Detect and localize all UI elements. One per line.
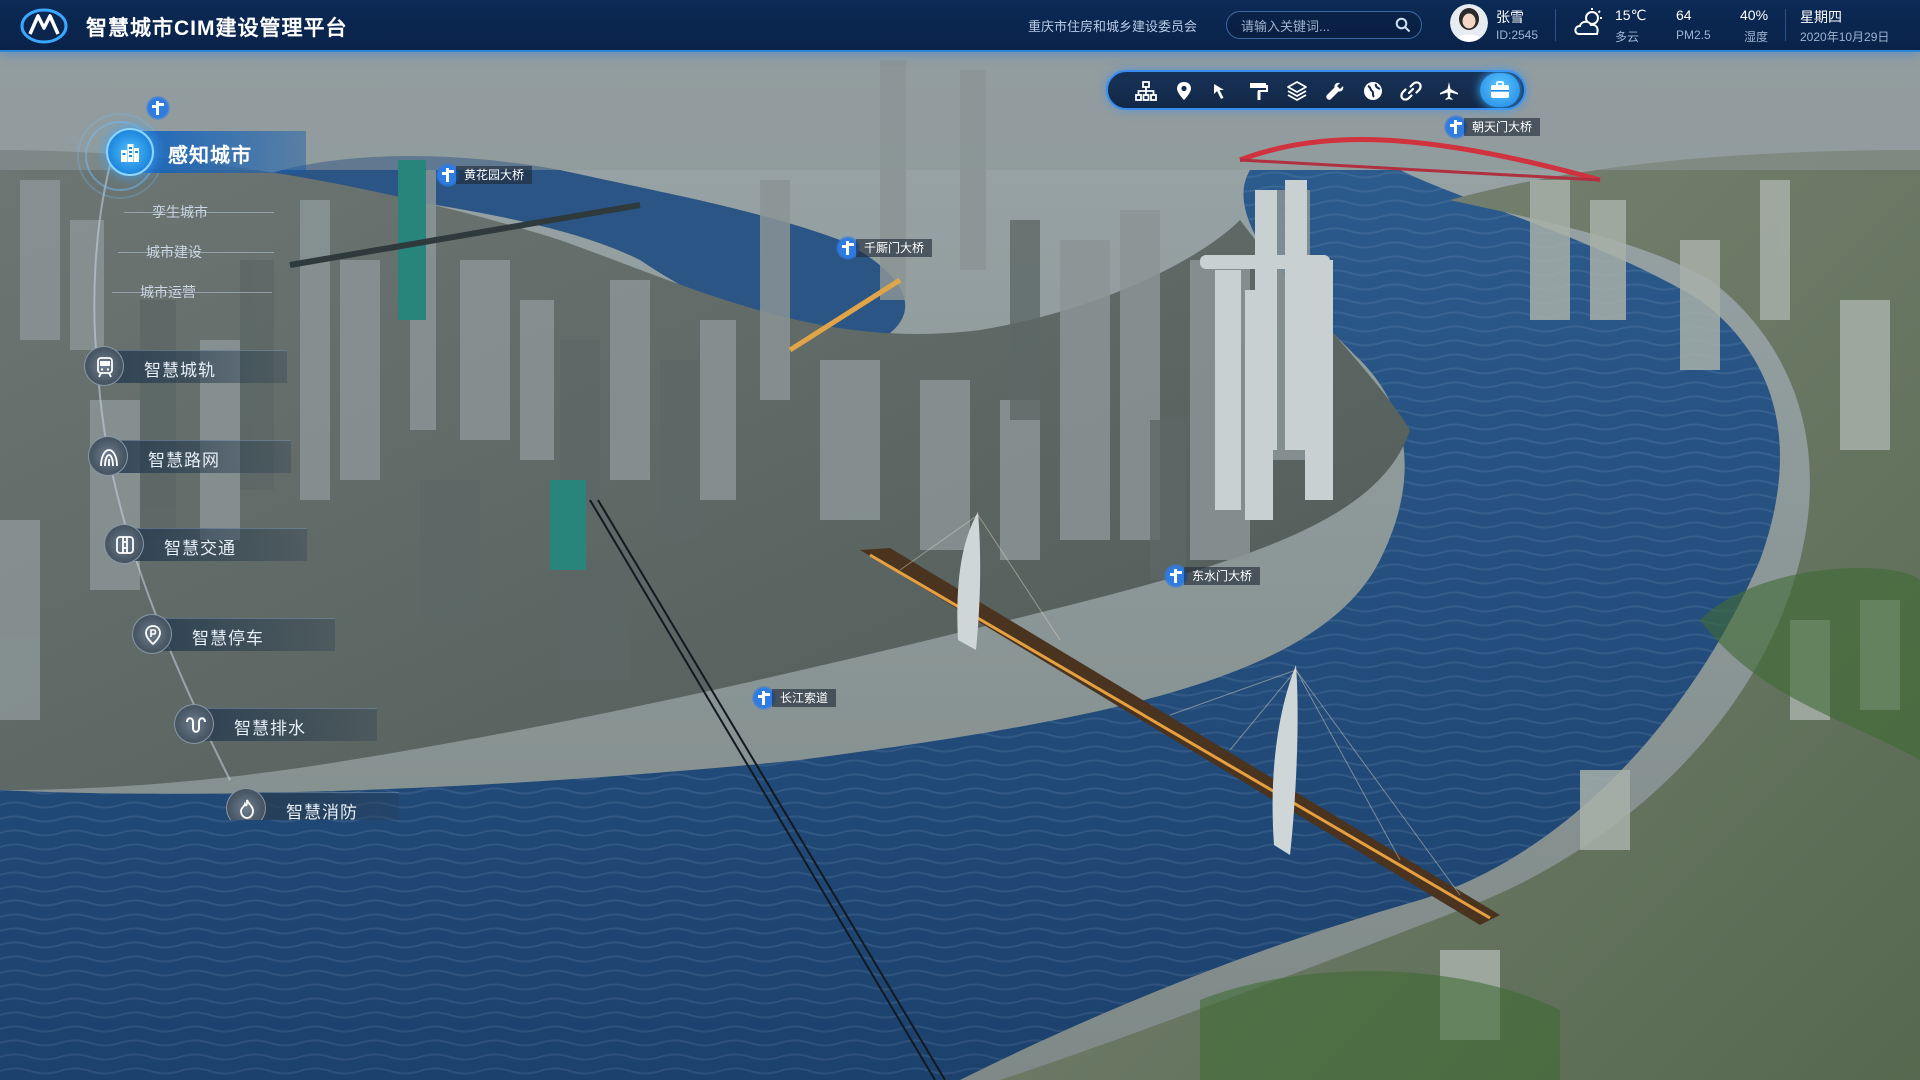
paint-roller-icon[interactable] bbox=[1248, 80, 1270, 102]
temperature-value: 15℃ bbox=[1615, 7, 1647, 23]
menu-primary-sensing-city[interactable]: 感知城市 bbox=[106, 128, 306, 176]
menu-item-circle bbox=[104, 524, 144, 564]
menu-item-smart-drainage[interactable]: 智慧排水 bbox=[174, 704, 384, 744]
organization-name: 重庆市住房和城乡建设委员会 bbox=[1028, 19, 1198, 34]
map-toolbar bbox=[1106, 70, 1526, 110]
menu-item-label: 智慧交通 bbox=[164, 539, 236, 558]
search-box[interactable] bbox=[1226, 11, 1422, 39]
pointer-arrow-icon[interactable] bbox=[1210, 80, 1232, 102]
map-label-text: 东水门大桥 bbox=[1184, 567, 1261, 585]
search-icon[interactable] bbox=[1395, 17, 1411, 33]
metro-train-icon bbox=[97, 357, 113, 378]
menu-item-smart-parking[interactable]: 智慧停车 bbox=[132, 614, 342, 654]
link-icon[interactable] bbox=[1400, 80, 1422, 102]
menu-item-circle bbox=[174, 704, 214, 744]
menu-item-circle bbox=[132, 614, 172, 654]
search-input[interactable] bbox=[1239, 15, 1393, 37]
weather-desc: 多云 bbox=[1615, 30, 1640, 44]
cloudy-weather-icon bbox=[1574, 8, 1602, 35]
menu-item-label: 智慧路网 bbox=[148, 451, 220, 470]
menu-item-circle bbox=[88, 436, 128, 476]
map-label-text: 长江索道 bbox=[772, 689, 837, 707]
left-arc-menu: 感知城市 孪生城市 城市建设 城市运营 智慧城轨 智慧路网 智慧交通 智慧停车 bbox=[0, 60, 420, 820]
globe-icon[interactable] bbox=[1362, 80, 1384, 102]
location-pin-icon[interactable] bbox=[1173, 80, 1195, 102]
traffic-light-icon bbox=[116, 536, 134, 554]
pm25-value: 64 bbox=[1676, 7, 1692, 23]
menu-item-label: 智慧城轨 bbox=[144, 361, 216, 380]
menu-item-label: 智慧停车 bbox=[192, 629, 264, 648]
user-id: ID:2545 bbox=[1496, 28, 1539, 42]
app-title: 智慧城市CIM建设管理平台 bbox=[86, 17, 348, 40]
menu-item-smart-road[interactable]: 智慧路网 bbox=[88, 436, 298, 476]
menu-primary-label: 感知城市 bbox=[168, 145, 252, 167]
briefcase-button[interactable] bbox=[1480, 73, 1520, 107]
date: 2020年10月29日 bbox=[1800, 30, 1890, 44]
aircraft-icon[interactable] bbox=[1438, 80, 1460, 102]
user-avatar[interactable] bbox=[1450, 4, 1488, 42]
top-header-bar: 智慧城市CIM建设管理平台 重庆市住房和城乡建设委员会 张雪 ID:2545 1… bbox=[0, 0, 1920, 52]
fire-control-icon bbox=[240, 799, 254, 819]
layers-icon[interactable] bbox=[1286, 80, 1308, 102]
pm25-label: PM2.5 bbox=[1676, 28, 1711, 42]
drainage-icon bbox=[186, 717, 206, 733]
menu-item-smart-fire[interactable]: 智慧消防 bbox=[226, 788, 406, 820]
sub-item-city-operation[interactable]: 城市运营 bbox=[140, 282, 196, 302]
weekday: 星期四 bbox=[1800, 9, 1842, 25]
menu-item-circle bbox=[226, 788, 266, 820]
road-network-icon bbox=[100, 449, 118, 467]
header-divider bbox=[1555, 9, 1556, 41]
map-label-text: 千厮门大桥 bbox=[856, 239, 933, 257]
map-label-text: 黄花园大桥 bbox=[456, 166, 533, 184]
city-building-icon bbox=[121, 144, 139, 162]
menu-item-circle bbox=[84, 346, 124, 386]
humidity-label: 湿度 bbox=[1744, 30, 1769, 44]
menu-item-smart-rail[interactable]: 智慧城轨 bbox=[84, 346, 294, 386]
briefcase-icon bbox=[1491, 81, 1509, 98]
menu-item-label: 智慧消防 bbox=[286, 803, 358, 820]
user-avatar-icon bbox=[1450, 4, 1488, 42]
user-name: 张雪 bbox=[1496, 9, 1524, 25]
map-label-text: 朝天门大桥 bbox=[1464, 118, 1541, 136]
sub-item-city-construction[interactable]: 城市建设 bbox=[146, 242, 202, 262]
wrench-icon[interactable] bbox=[1324, 80, 1346, 102]
parking-pin-icon bbox=[145, 625, 161, 646]
org-chart-icon[interactable] bbox=[1135, 80, 1157, 102]
logo-icon bbox=[20, 8, 68, 44]
menu-item-label: 智慧排水 bbox=[234, 719, 306, 738]
humidity-value: 40% bbox=[1740, 7, 1769, 23]
sub-item-twin-city[interactable]: 孪生城市 bbox=[152, 202, 208, 222]
menu-item-smart-traffic[interactable]: 智慧交通 bbox=[104, 524, 314, 564]
menu-primary-circle bbox=[106, 128, 154, 176]
header-divider bbox=[1785, 9, 1786, 41]
